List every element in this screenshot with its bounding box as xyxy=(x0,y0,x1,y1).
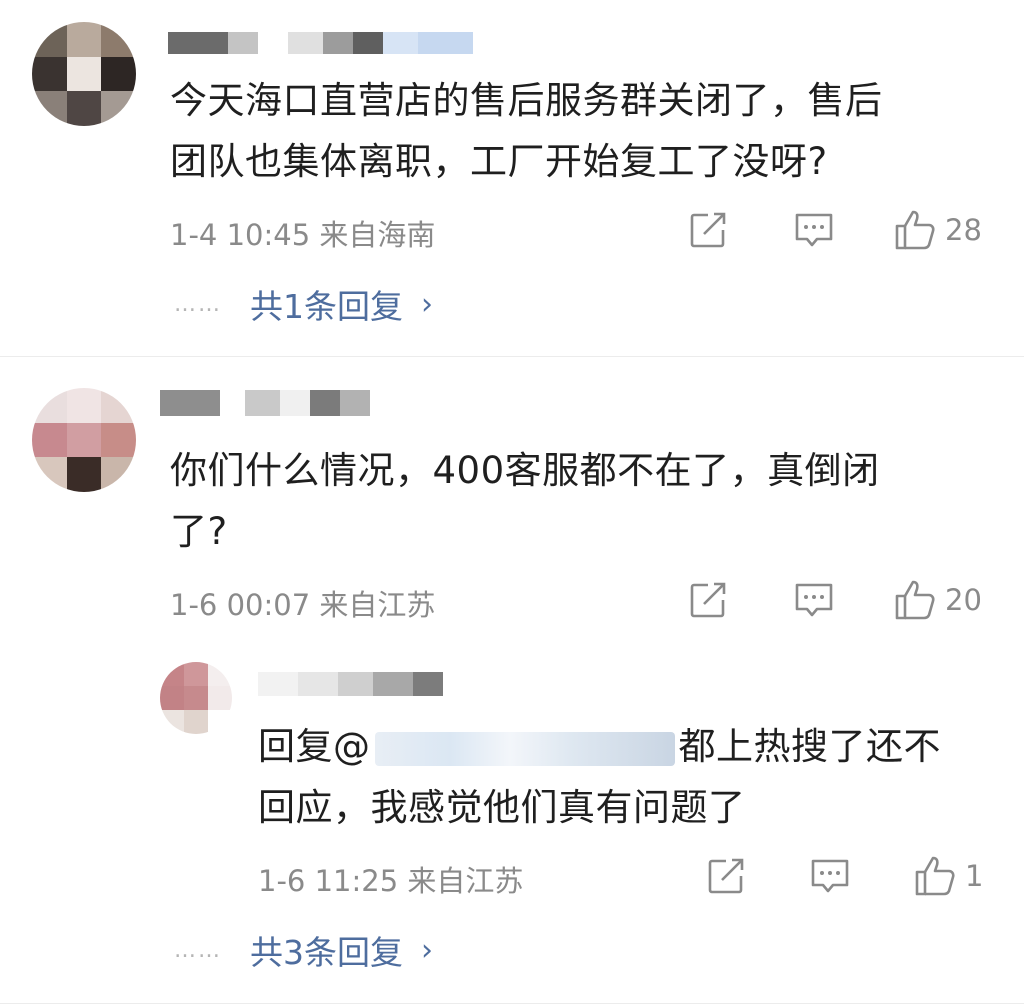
like-button[interactable]: 1 xyxy=(913,854,983,898)
comment-button[interactable] xyxy=(793,210,835,250)
comment-text-line: 了? xyxy=(170,510,228,553)
like-icon xyxy=(915,856,955,896)
like-icon xyxy=(895,580,935,620)
dots: …… xyxy=(174,937,222,963)
dots: …… xyxy=(174,291,222,317)
comment-icon xyxy=(811,859,849,893)
like-button[interactable]: 20 xyxy=(893,578,982,622)
reply-text-line: 回应，我感觉他们真有问题了 xyxy=(258,786,746,829)
chevron-right-icon: › xyxy=(421,932,433,968)
replies-label: 共3条回复 xyxy=(250,933,403,972)
avatar[interactable] xyxy=(32,388,136,492)
reply-text-line: 回复@ 都上热搜了还不 xyxy=(258,716,998,777)
like-count: 1 xyxy=(965,859,984,893)
like-icon xyxy=(895,210,935,250)
chevron-right-icon: › xyxy=(421,286,433,322)
avatar[interactable] xyxy=(32,22,136,126)
reply-text-after-mention: 都上热搜了还不 xyxy=(678,725,941,768)
avatar[interactable] xyxy=(160,662,232,734)
share-icon xyxy=(690,212,726,248)
share-button[interactable] xyxy=(688,210,728,250)
divider xyxy=(0,356,1024,357)
comment-text: 你们什么情况，400客服都不在了，真倒闭 了? xyxy=(170,440,1000,562)
replies-label: 共1条回复 xyxy=(250,287,403,326)
username-blurred[interactable] xyxy=(258,672,443,696)
share-icon xyxy=(708,858,744,894)
comment-text-line: 团队也集体离职，工厂开始复工了没呀? xyxy=(170,140,828,183)
divider xyxy=(0,1003,1024,1004)
share-button[interactable] xyxy=(688,580,728,620)
comment-button[interactable] xyxy=(809,856,851,896)
like-count: 28 xyxy=(945,213,982,247)
comment-button[interactable] xyxy=(793,580,835,620)
comment-text-line: 你们什么情况，400客服都不在了，真倒闭 xyxy=(170,449,880,492)
share-button[interactable] xyxy=(706,856,746,896)
like-button[interactable]: 28 xyxy=(893,208,982,252)
comment-text-line: 今天海口直营店的售后服务群关闭了，售后 xyxy=(170,79,883,122)
reply-prefix: 回复@ xyxy=(258,725,371,768)
reply-text: 回复@ 都上热搜了还不 回应，我感觉他们真有问题了 xyxy=(258,716,998,838)
comment-icon xyxy=(795,583,833,617)
username-blurred[interactable] xyxy=(160,390,370,416)
view-replies-link[interactable]: …… 共3条回复 › xyxy=(174,926,433,974)
timestamp-location: 1-6 11:25 来自江苏 xyxy=(258,864,524,898)
comment-icon xyxy=(795,213,833,247)
comment-text: 今天海口直营店的售后服务群关闭了，售后 团队也集体离职，工厂开始复工了没呀? xyxy=(170,70,1000,192)
view-replies-link[interactable]: …… 共1条回复 › xyxy=(174,280,433,328)
mention-blurred[interactable] xyxy=(374,731,675,766)
username-blurred[interactable] xyxy=(168,32,473,54)
timestamp-location: 1-6 00:07 来自江苏 xyxy=(170,588,436,622)
timestamp-location: 1-4 10:45 来自海南 xyxy=(170,218,436,252)
share-icon xyxy=(690,582,726,618)
like-count: 20 xyxy=(945,583,982,617)
